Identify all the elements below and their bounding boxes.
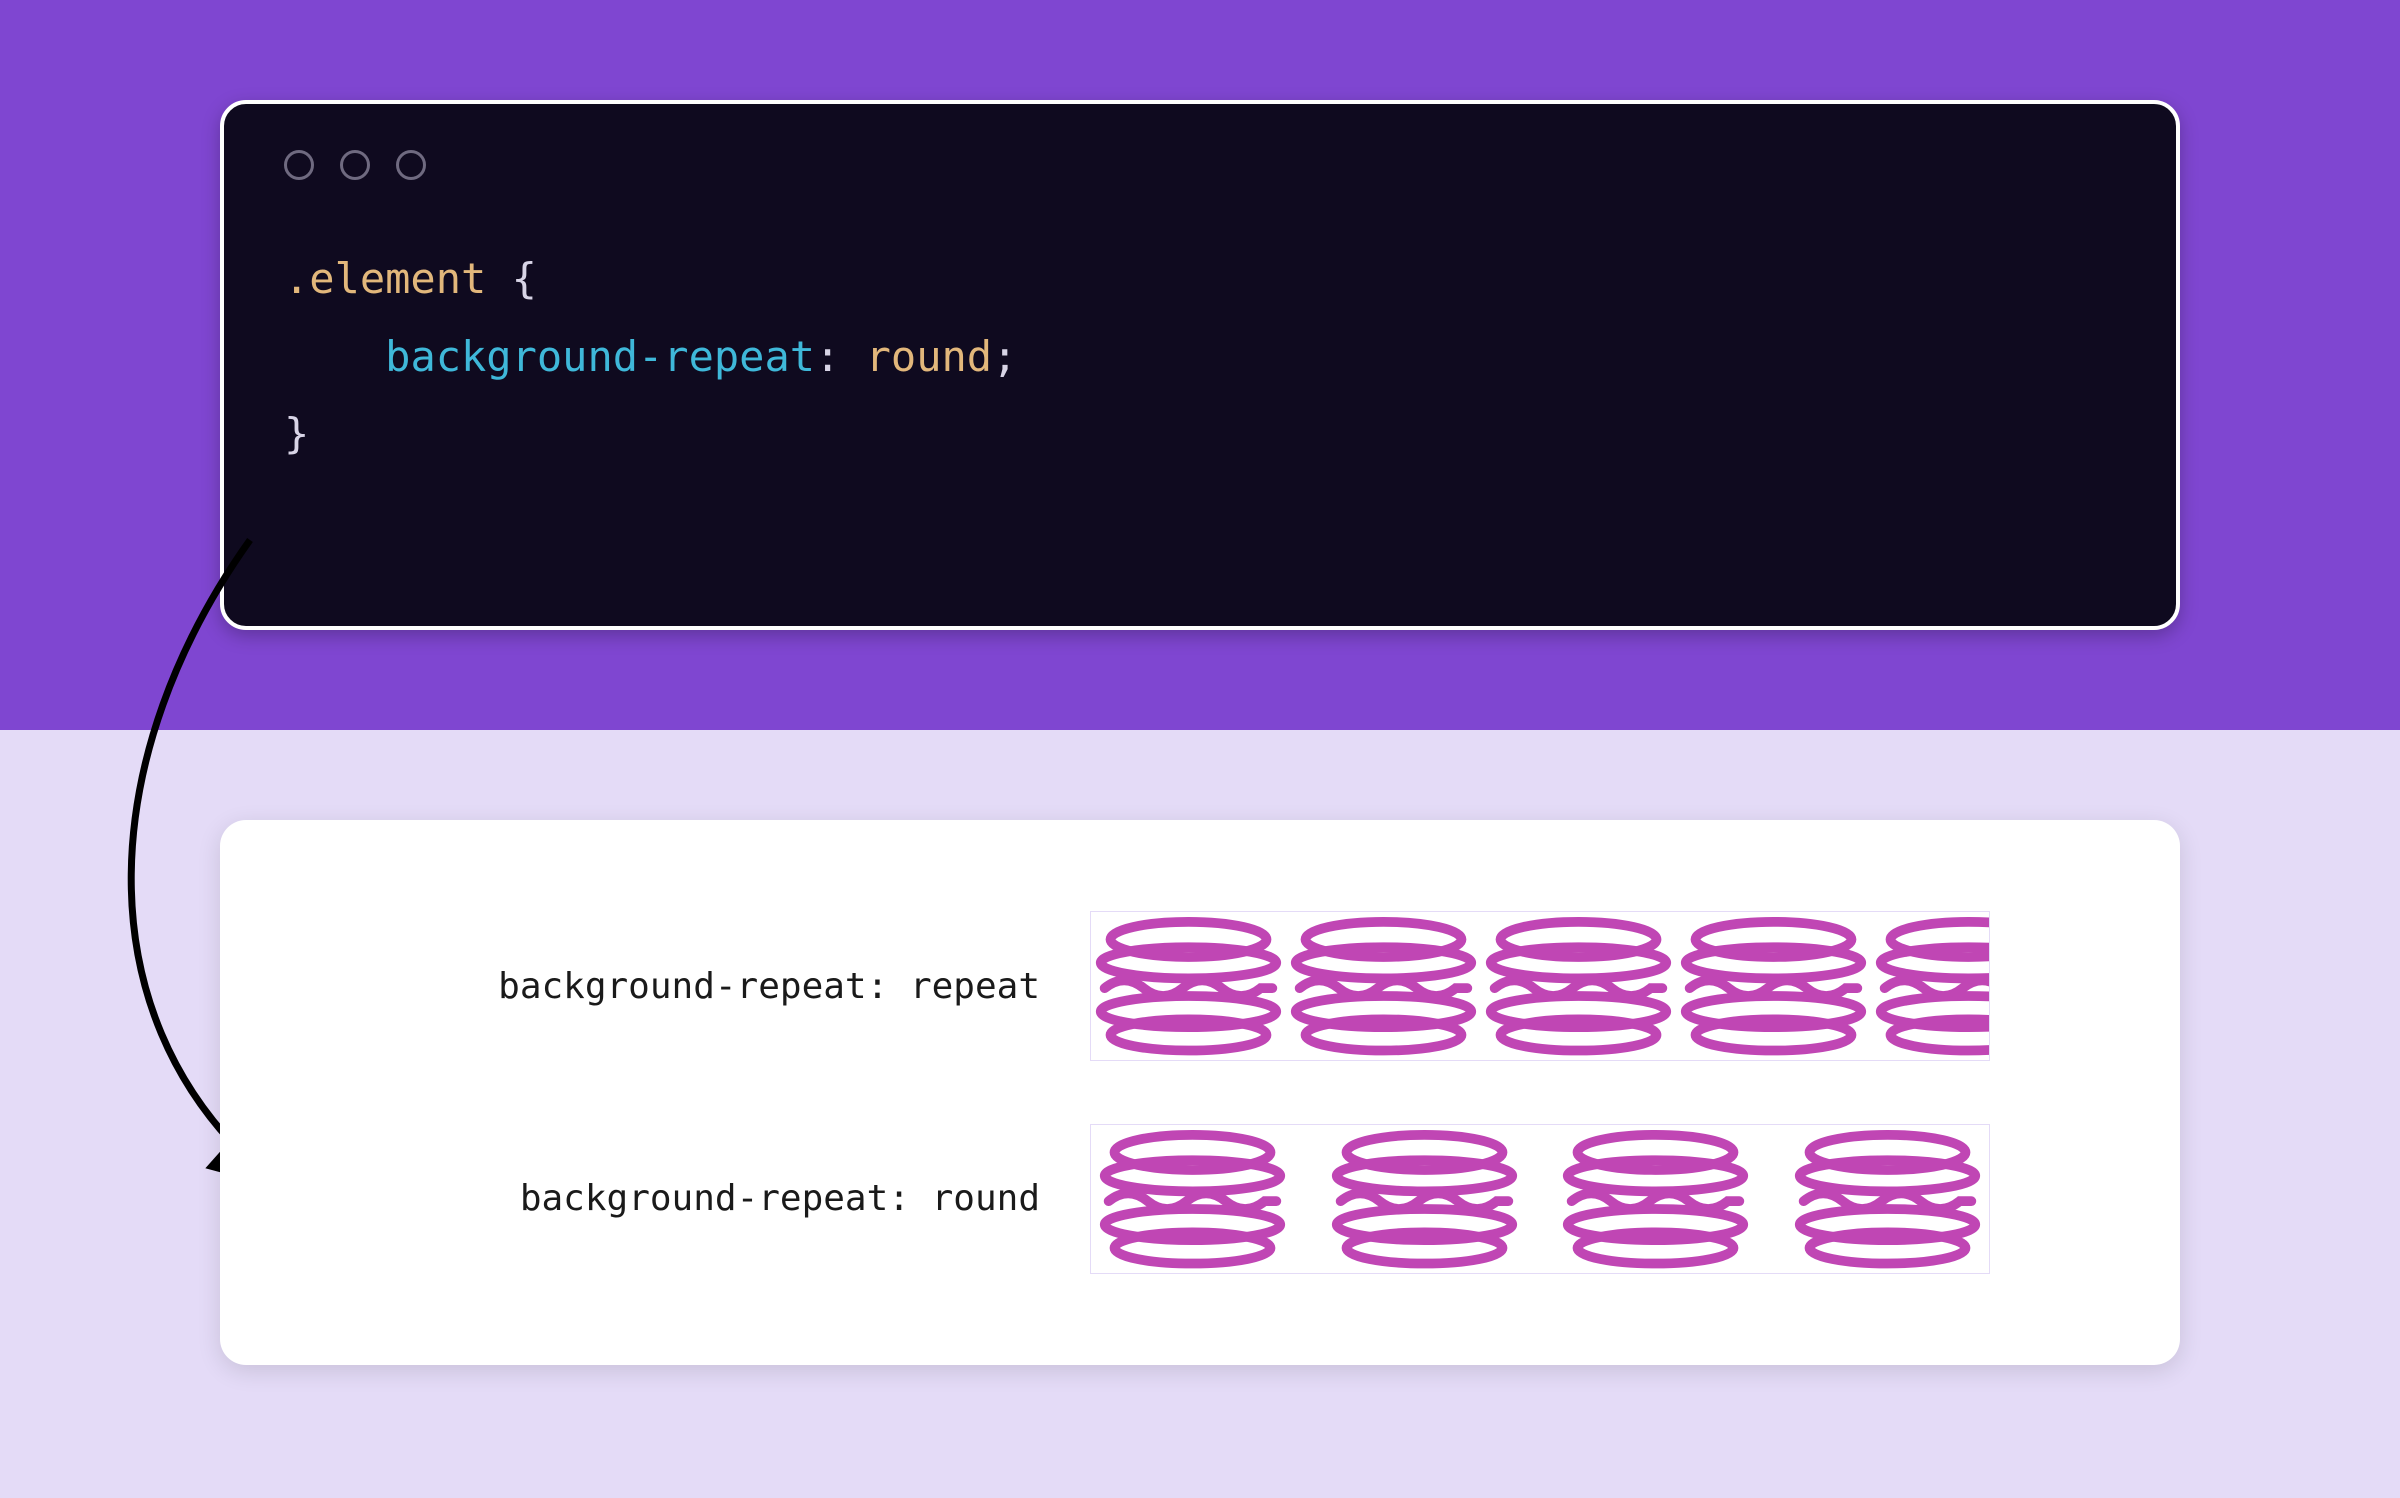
macaron-icon-wrap	[1871, 916, 1990, 1056]
window-traffic-lights	[284, 150, 2116, 180]
demo-row-round: background-repeat: round	[290, 1124, 2110, 1274]
window-dot	[396, 150, 426, 180]
code-block: .element { background-repeat: round; }	[284, 240, 2116, 473]
code-open-brace: {	[512, 254, 537, 303]
macaron-icon	[1091, 916, 1286, 1056]
macaron-icon	[1558, 1129, 1753, 1269]
demo-card: background-repeat: repeat background-rep…	[220, 820, 2180, 1365]
macaron-icon	[1790, 1129, 1985, 1269]
macaron-icon-wrap	[1327, 1129, 1522, 1269]
macaron-icon	[1095, 1129, 1290, 1269]
macaron-icon	[1871, 916, 1990, 1056]
window-dot	[340, 150, 370, 180]
macaron-icon-wrap	[1676, 916, 1871, 1056]
macaron-icon-wrap	[1095, 1129, 1290, 1269]
code-selector: .element	[284, 254, 486, 303]
macaron-icon-wrap	[1790, 1129, 1985, 1269]
demo-label-repeat: background-repeat: repeat	[290, 966, 1050, 1007]
macaron-icon-wrap	[1558, 1129, 1753, 1269]
code-colon: :	[815, 332, 840, 381]
code-property: background-repeat	[385, 332, 815, 381]
macaron-icon-wrap	[1286, 916, 1481, 1056]
demo-row-repeat: background-repeat: repeat	[290, 911, 2110, 1061]
code-value: round	[866, 332, 992, 381]
code-close-brace: }	[284, 409, 309, 458]
macaron-icon	[1676, 916, 1871, 1056]
code-semicolon: ;	[992, 332, 1017, 381]
code-editor-card: .element { background-repeat: round; }	[220, 100, 2180, 630]
macaron-icon	[1286, 916, 1481, 1056]
macaron-icon	[1327, 1129, 1522, 1269]
demo-label-round: background-repeat: round	[290, 1178, 1050, 1219]
macaron-icon	[1481, 916, 1676, 1056]
demo-round-box	[1090, 1124, 1990, 1274]
macaron-icon-wrap	[1091, 916, 1286, 1056]
macaron-icon-wrap	[1481, 916, 1676, 1056]
window-dot	[284, 150, 314, 180]
illustration-canvas: .element { background-repeat: round; } b…	[0, 0, 2400, 1498]
demo-repeat-box	[1090, 911, 1990, 1061]
